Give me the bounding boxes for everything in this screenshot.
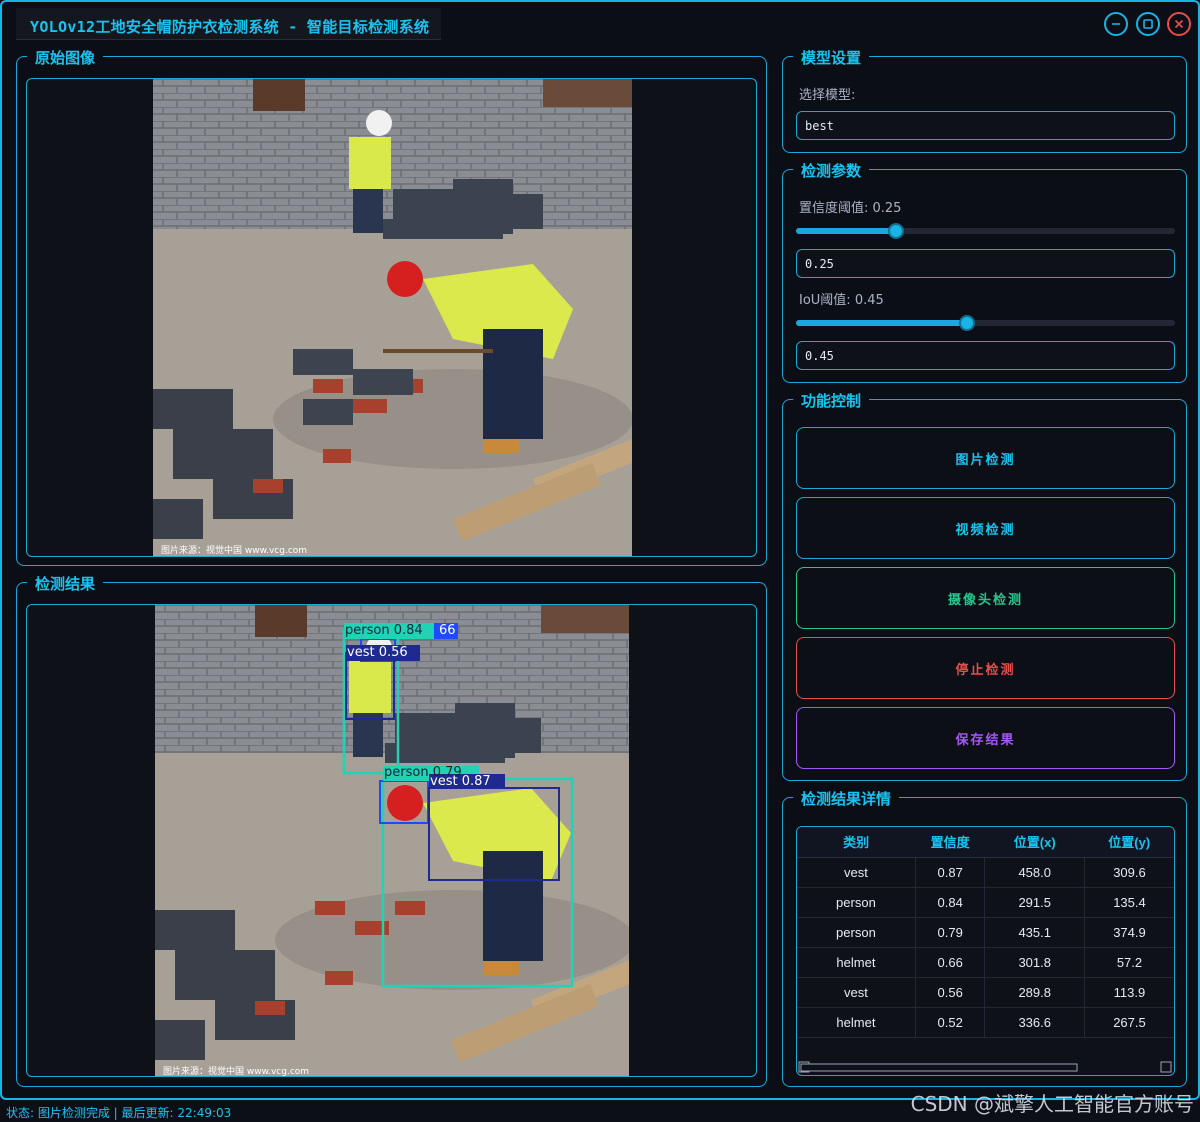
model-settings-title: 模型设置 — [793, 47, 870, 68]
close-icon — [1174, 19, 1184, 29]
cell-y: 113.9 — [1084, 977, 1174, 1008]
cell-confidence: 0.66 — [915, 947, 986, 978]
cell-class: helmet — [797, 947, 916, 978]
cell-y: 309.6 — [1084, 857, 1174, 888]
iou-input[interactable]: 0.45 — [796, 341, 1175, 370]
overlay-label-person-1: person 0.84 — [345, 623, 423, 638]
function-control-title: 功能控制 — [793, 390, 870, 411]
detection-params-title: 检测参数 — [793, 160, 870, 181]
cell-y: 267.5 — [1084, 1007, 1174, 1038]
table-row[interactable]: helmet 0.52 336.6 267.5 — [797, 1007, 1174, 1038]
overlay-label-vest-2: vest 0.87 — [430, 774, 491, 789]
save-results-button[interactable]: 保存结果 — [796, 707, 1175, 769]
iou-label: IoU阈值: 0.45 — [799, 293, 884, 308]
table-row[interactable]: vest 0.56 289.8 113.9 — [797, 977, 1174, 1008]
results-table-grid: 类别 置信度 位置(x) 位置(y) vest 0.87 458.0 309.6… — [797, 827, 1174, 1038]
column-header-confidence[interactable]: 置信度 — [915, 827, 985, 858]
stop-detect-button[interactable]: 停止检测 — [796, 637, 1175, 699]
confidence-slider-fill — [796, 228, 896, 234]
cell-confidence: 0.79 — [915, 917, 986, 948]
close-button[interactable] — [1167, 12, 1191, 36]
confidence-slider-handle[interactable] — [888, 223, 904, 239]
cell-x: 458.0 — [984, 857, 1085, 888]
cell-x: 435.1 — [984, 917, 1085, 948]
original-image-frame: 图片来源：视觉中国 www.vcg.com — [26, 78, 757, 557]
maximize-button[interactable] — [1136, 12, 1160, 36]
cell-y: 374.9 — [1084, 917, 1174, 948]
original-image-title: 原始图像 — [27, 47, 104, 68]
watermark-text: CSDN @斌擎人工智能官方账号 — [910, 1092, 1194, 1116]
cell-y: 135.4 — [1084, 887, 1174, 918]
table-row[interactable]: person 0.84 291.5 135.4 — [797, 887, 1174, 918]
cell-class: vest — [797, 857, 916, 888]
overlay-label-vest-1: vest 0.56 — [347, 645, 408, 660]
results-table-header: 类别 置信度 位置(x) 位置(y) — [797, 827, 1174, 858]
column-header-y[interactable]: 位置(y) — [1084, 827, 1174, 858]
construction-photo-graphic — [153, 79, 632, 556]
iou-slider-handle[interactable] — [959, 315, 975, 331]
table-row[interactable]: helmet 0.66 301.8 57.2 — [797, 947, 1174, 978]
iou-slider[interactable] — [796, 315, 1175, 331]
cell-class: person — [797, 887, 916, 918]
table-row[interactable]: vest 0.87 458.0 309.6 — [797, 857, 1174, 888]
cell-y: 57.2 — [1084, 947, 1174, 978]
cell-class: person — [797, 917, 916, 948]
original-photo-credit: 图片来源：视觉中国 www.vcg.com — [161, 546, 308, 556]
result-photo: person 0.84 66 vest 0.56 person 0.79 ves… — [155, 605, 629, 1077]
confidence-label: 置信度阈值: 0.25 — [799, 201, 902, 216]
model-select[interactable]: best — [796, 111, 1175, 140]
cell-x: 336.6 — [984, 1007, 1085, 1038]
cell-class: vest — [797, 977, 916, 1008]
video-detect-button[interactable]: 视频检测 — [796, 497, 1175, 559]
maximize-icon — [1143, 19, 1153, 29]
cell-x: 291.5 — [984, 887, 1085, 918]
horizontal-scrollbar[interactable] — [797, 1059, 1174, 1073]
cell-x: 289.8 — [984, 977, 1085, 1008]
annotated-photo-graphic — [155, 605, 629, 1076]
minimize-button[interactable] — [1104, 12, 1128, 36]
result-photo-credit: 图片来源：视觉中国 www.vcg.com — [163, 1067, 310, 1077]
scrollbar-graphic — [798, 1061, 1172, 1073]
title-bar: YOLOv12工地安全帽防护衣检测系统 - 智能目标检测系统 — [16, 8, 441, 40]
detection-result-title: 检测结果 — [27, 573, 104, 594]
image-detect-button[interactable]: 图片检测 — [796, 427, 1175, 489]
cell-confidence: 0.87 — [915, 857, 986, 888]
app-window: YOLOv12工地安全帽防护衣检测系统 - 智能目标检测系统 原始图像 图片来源… — [0, 0, 1200, 1100]
minimize-icon — [1112, 23, 1120, 25]
detection-result-frame: person 0.84 66 vest 0.56 person 0.79 ves… — [26, 604, 757, 1077]
cell-class: helmet — [797, 1007, 916, 1038]
overlay-label-suffix: 66 — [439, 623, 456, 638]
cell-confidence: 0.56 — [915, 977, 986, 1008]
window-title: YOLOv12工地安全帽防护衣检测系统 - 智能目标检测系统 — [30, 18, 430, 36]
camera-detect-button[interactable]: 摄像头检测 — [796, 567, 1175, 629]
results-table: 类别 置信度 位置(x) 位置(y) vest 0.87 458.0 309.6… — [796, 826, 1175, 1076]
results-details-title: 检测结果详情 — [793, 788, 900, 809]
original-photo: 图片来源：视觉中国 www.vcg.com — [153, 79, 632, 556]
column-header-x[interactable]: 位置(x) — [984, 827, 1085, 858]
cell-x: 301.8 — [984, 947, 1085, 978]
status-bar: 状态: 图片检测完成 | 最后更新: 22:49:03 — [6, 1106, 232, 1120]
cell-confidence: 0.52 — [915, 1007, 986, 1038]
model-select-label: 选择模型: — [799, 88, 856, 103]
confidence-slider[interactable] — [796, 223, 1175, 239]
iou-slider-fill — [796, 320, 968, 326]
cell-confidence: 0.84 — [915, 887, 986, 918]
confidence-input[interactable]: 0.25 — [796, 249, 1175, 278]
table-row[interactable]: person 0.79 435.1 374.9 — [797, 917, 1174, 948]
column-header-class[interactable]: 类别 — [797, 827, 916, 858]
